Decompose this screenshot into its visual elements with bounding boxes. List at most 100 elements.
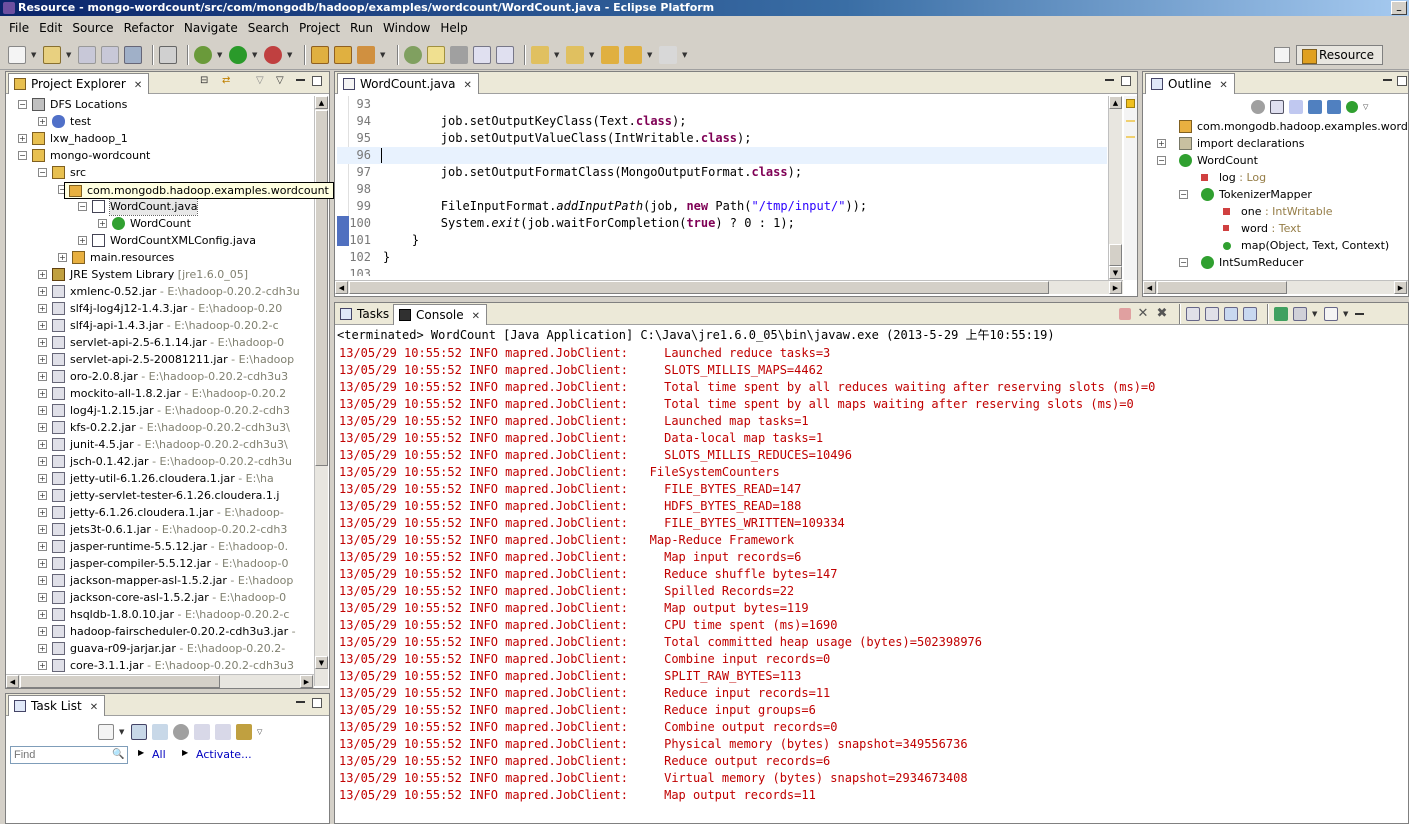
find-search-icon[interactable]: 🔍	[112, 749, 124, 760]
menu-refactor[interactable]: Refactor	[119, 21, 179, 35]
maximize-view-icon[interactable]	[312, 76, 322, 86]
collapse-icon[interactable]: −	[18, 151, 27, 160]
new-icon[interactable]	[8, 45, 26, 64]
forward-dropdown-icon[interactable]: ▼	[682, 51, 688, 59]
focus-active-task-icon[interactable]	[1251, 100, 1265, 114]
code-line[interactable]: 96	[337, 147, 1107, 164]
tree-item[interactable]: + xmlenc-0.52.jar - E:\hadoop-0.20.2-cdh3…	[8, 283, 314, 300]
collapse-all-icon[interactable]	[1270, 100, 1284, 114]
clear-console-icon[interactable]	[1186, 307, 1200, 321]
menu-navigate[interactable]: Navigate	[179, 21, 243, 35]
tree-item[interactable]: + WordCount	[8, 215, 314, 232]
expand-icon[interactable]: +	[38, 610, 47, 619]
highlight-icon[interactable]	[427, 45, 445, 64]
scroll-right-icon[interactable]: ▶	[1109, 281, 1122, 294]
next-annotation-icon[interactable]	[531, 45, 549, 64]
open-console-dropdown-icon[interactable]: ▼	[1343, 310, 1349, 318]
remove-launch-icon[interactable]: ✕	[1136, 307, 1150, 321]
view-menu-icon[interactable]: ▽	[1363, 103, 1369, 111]
expand-icon[interactable]: +	[38, 389, 47, 398]
collapse-icon[interactable]: −	[78, 202, 87, 211]
tree-item[interactable]: + jetty-servlet-tester-6.1.26.cloudera.1.…	[8, 487, 314, 504]
code-line[interactable]: 94 job.setOutputKeyClass(Text.class);	[337, 113, 1107, 130]
expand-icon[interactable]: +	[38, 423, 47, 432]
expand-icon[interactable]: +	[38, 355, 47, 364]
terminal-icon[interactable]	[159, 45, 177, 64]
collapse-icon[interactable]: −	[1179, 190, 1188, 199]
display-console-icon[interactable]	[1293, 307, 1307, 321]
expand-icon[interactable]: +	[38, 457, 47, 466]
expand-icon[interactable]: +	[38, 372, 47, 381]
tab-outline[interactable]: Outline ✕	[1145, 73, 1235, 94]
code-line[interactable]: 101 }	[337, 232, 1107, 249]
remove-all-launches-icon[interactable]: ✖	[1155, 307, 1169, 321]
scroll-up-icon[interactable]: ▲	[315, 96, 328, 109]
menu-source[interactable]: Source	[67, 21, 118, 35]
close-icon[interactable]: ✕	[463, 80, 471, 91]
forward-arrow-icon[interactable]	[659, 45, 677, 64]
tree-item[interactable]: + slf4j-log4j12-1.4.3.jar - E:\hadoop-0.2…	[8, 300, 314, 317]
maximize-view-icon[interactable]	[1121, 76, 1131, 86]
tree-item[interactable]: + core-3.1.1.jar - E:\hadoop-0.20.2-cdh3u…	[8, 657, 314, 674]
toggle-block-icon[interactable]	[450, 45, 468, 64]
open-type-icon[interactable]	[334, 45, 352, 64]
project-tree-hscroll[interactable]: ◀ ▶	[6, 674, 314, 688]
scroll-down-icon[interactable]: ▼	[315, 656, 328, 669]
open-perspective-icon[interactable]	[1273, 47, 1290, 63]
code-line[interactable]: 95 job.setOutputValueClass(IntWritable.c…	[337, 130, 1107, 147]
menu-run[interactable]: Run	[345, 21, 378, 35]
tree-item[interactable]: + jackson-core-asl-1.5.2.jar - E:\hadoop-…	[8, 589, 314, 606]
all-tasks-link[interactable]: All	[152, 748, 166, 761]
previous-annotation-dropdown-icon[interactable]: ▼	[589, 51, 595, 59]
tree-item[interactable]: + jetty-6.1.26.cloudera.1.jar - E:\hadoop…	[8, 504, 314, 521]
warning-indicator-icon[interactable]	[1126, 99, 1135, 108]
expand-icon[interactable]: +	[58, 253, 67, 262]
tree-item[interactable]: + jetty-util-6.1.26.cloudera.1.jar - E:\h…	[8, 470, 314, 487]
code-area[interactable]: 93 94 job.setOutputKeyClass(Text.class); 9…	[337, 96, 1107, 276]
scroll-down-icon[interactable]: ▼	[1109, 266, 1122, 279]
scroll-left-icon[interactable]: ◀	[335, 281, 348, 294]
new-project-dropdown-icon[interactable]: ▼	[66, 51, 72, 59]
tab-wordcount-java[interactable]: WordCount.java ✕	[337, 73, 479, 94]
tree-item[interactable]: + main.resources	[8, 249, 314, 266]
collapse-icon[interactable]: −	[1157, 156, 1166, 165]
scroll-up-icon[interactable]: ▲	[1109, 96, 1122, 109]
tree-item[interactable]: − mongo-wordcount	[8, 147, 314, 164]
scroll-thumb[interactable]	[315, 110, 328, 466]
expand-icon[interactable]: +	[38, 525, 47, 534]
console-output[interactable]: 13/05/29 10:55:52 INFO mapred.JobClient:…	[337, 343, 1406, 819]
tree-item[interactable]: − src	[8, 164, 314, 181]
hide-non-public-icon[interactable]	[1346, 101, 1358, 113]
expand-icon[interactable]: +	[38, 304, 47, 313]
code-line[interactable]: 103	[337, 266, 1107, 276]
menu-window[interactable]: Window	[378, 21, 435, 35]
menu-help[interactable]: Help	[435, 21, 472, 35]
expand-icon[interactable]: +	[38, 576, 47, 585]
new-task-icon[interactable]	[98, 724, 114, 740]
expand-icon[interactable]: +	[38, 491, 47, 500]
tree-item[interactable]: + junit-4.5.jar - E:\hadoop-0.20.2-cdh3u3…	[8, 436, 314, 453]
task-find-input[interactable]	[10, 746, 128, 764]
expand-icon[interactable]: +	[18, 134, 27, 143]
code-line[interactable]: 93	[337, 96, 1107, 113]
sort-icon[interactable]	[1289, 100, 1303, 114]
scroll-right-icon[interactable]: ▶	[1394, 281, 1407, 294]
print-icon[interactable]	[124, 45, 142, 64]
tree-item[interactable]: + mockito-all-1.8.2.jar - E:\hadoop-0.20.…	[8, 385, 314, 402]
show-on-stdout-icon[interactable]	[1224, 307, 1238, 321]
code-line[interactable]: 97 job.setOutputFormatClass(MongoOutputF…	[337, 164, 1107, 181]
expand-icon[interactable]: +	[38, 117, 47, 126]
tree-item[interactable]: + slf4j-api-1.4.3.jar - E:\hadoop-0.20.2-…	[8, 317, 314, 334]
tree-item[interactable]: + jasper-runtime-5.5.12.jar - E:\hadoop-0…	[8, 538, 314, 555]
close-icon[interactable]: ✕	[472, 311, 480, 322]
show-whitespace-icon[interactable]	[473, 45, 491, 64]
last-edit-icon[interactable]	[601, 45, 619, 64]
link-editor-icon[interactable]: ⇄	[222, 75, 230, 86]
new-project-icon[interactable]	[43, 45, 61, 64]
expand-icon[interactable]: +	[38, 593, 47, 602]
code-line[interactable]: 102}	[337, 249, 1107, 266]
collapse-icon[interactable]	[194, 724, 210, 740]
expand-icon[interactable]: +	[38, 508, 47, 517]
expand-icon[interactable]: +	[1157, 139, 1166, 148]
tree-item[interactable]: + log4j-1.2.15.jar - E:\hadoop-0.20.2-cdh…	[8, 402, 314, 419]
